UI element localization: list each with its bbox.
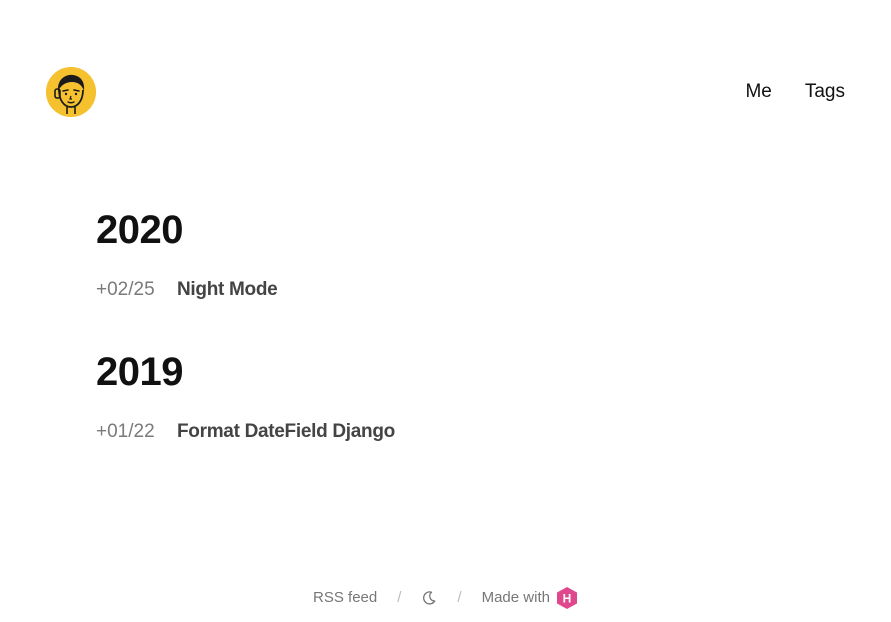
page: Me Tags 2020 +02/25 Night Mode 2019 +01/… xyxy=(0,0,891,622)
main-nav: Me Tags xyxy=(745,80,845,104)
post-date: +01/22 xyxy=(96,421,155,442)
nav-link-me[interactable]: Me xyxy=(745,80,771,104)
year-group-2020: 2020 +02/25 Night Mode xyxy=(96,205,796,303)
post-date: +02/25 xyxy=(96,279,155,300)
post-link[interactable]: Night Mode xyxy=(177,277,278,303)
avatar[interactable] xyxy=(46,67,96,117)
moon-icon[interactable] xyxy=(421,590,437,606)
year-heading: 2019 xyxy=(96,350,183,394)
post-link[interactable]: Format DateField Django xyxy=(177,419,395,445)
post-row: +02/25 Night Mode xyxy=(96,277,796,303)
hexo-logo-icon[interactable]: H xyxy=(556,586,578,610)
made-with-label: Made with xyxy=(481,589,550,606)
footer: RSS feed / / Made with H xyxy=(0,586,891,610)
post-row: +01/22 Format DateField Django xyxy=(96,419,796,445)
rss-feed-link[interactable]: RSS feed xyxy=(313,587,377,609)
avatar-face-icon xyxy=(46,67,96,117)
nav-link-tags[interactable]: Tags xyxy=(805,80,845,104)
footer-separator: / xyxy=(397,589,402,606)
year-group-2019: 2019 +01/22 Format DateField Django xyxy=(96,347,796,445)
made-with: Made with H xyxy=(482,586,578,610)
hexo-logo-letter: H xyxy=(563,592,572,606)
footer-separator: / xyxy=(457,589,462,606)
year-heading: 2020 xyxy=(96,208,183,252)
archive-list: 2020 +02/25 Night Mode 2019 +01/22 Forma… xyxy=(96,205,796,445)
